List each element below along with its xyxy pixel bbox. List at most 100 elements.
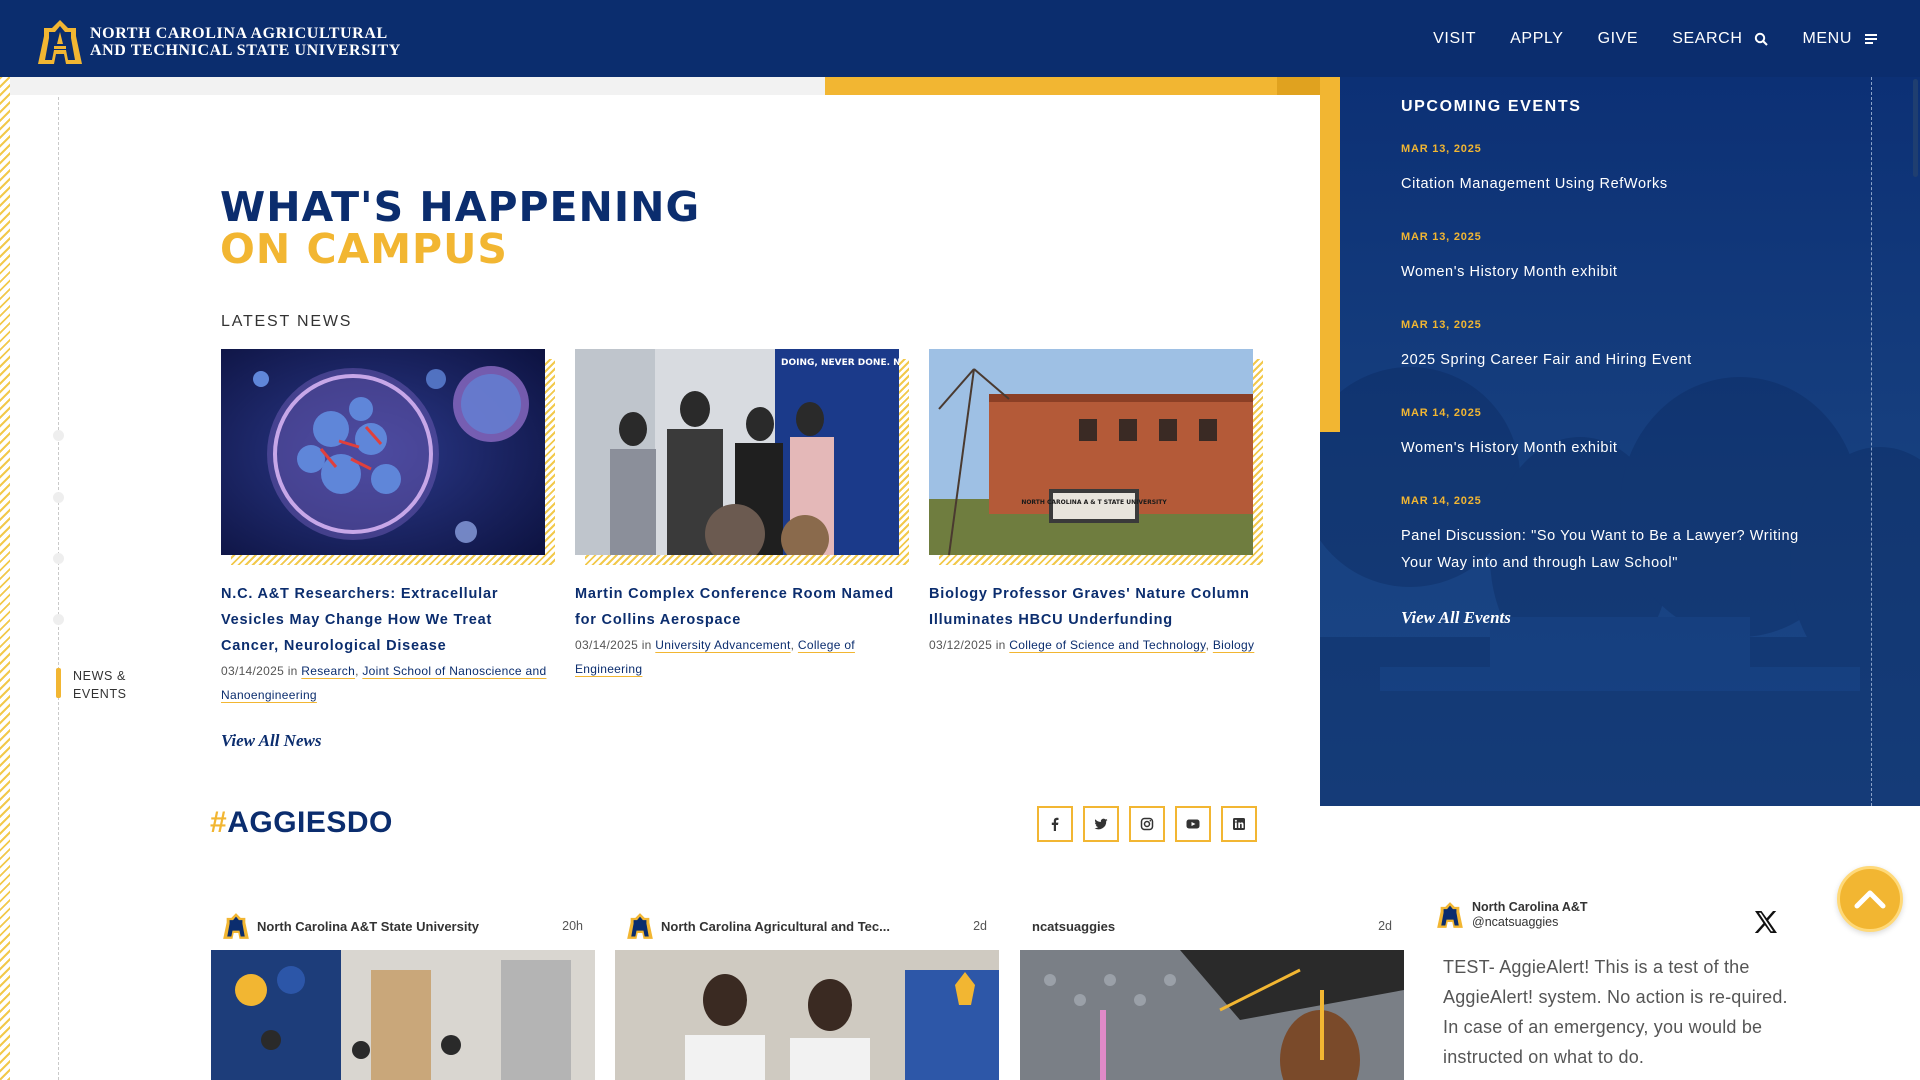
news-title[interactable]: Biology Professor Graves' Nature Column … [929, 581, 1259, 633]
instagram-icon [1140, 817, 1154, 831]
decorative-grey-strip [10, 77, 825, 95]
university-logo[interactable]: North Carolina Agricultural and Technica… [38, 18, 401, 66]
section-rail-label[interactable]: NEWS & EVENTS [73, 667, 127, 703]
nav-visit[interactable]: VISIT [1433, 30, 1476, 48]
event-item[interactable]: MAR 13, 2025 Citation Management Using R… [1401, 143, 1801, 198]
news-image-conference-room[interactable]: DOING, NEVER DONE. N.C. A&T: ALWAYS DOIN… [575, 349, 899, 555]
news-image-frame[interactable]: DOING, NEVER DONE. N.C. A&T: ALWAYS DOIN… [575, 349, 909, 565]
news-in: in [641, 638, 652, 652]
logo-line-1: North Carolina Agricultural [90, 25, 388, 42]
social-feed-card[interactable]: North Carolina Agricultural and Tec... 2… [615, 905, 999, 1080]
feed-post-time: 2d [1378, 919, 1392, 933]
heading-line-2: ON CAMPUS [220, 225, 508, 273]
news-category-link[interactable]: University Advancement [655, 638, 790, 652]
rail-label-line-1: NEWS & [73, 669, 126, 683]
section-rail-dot[interactable] [53, 614, 64, 625]
event-title[interactable]: Women's History Month exhibit [1401, 435, 1801, 462]
hashtag-symbol: # [210, 806, 228, 839]
nav-visit-label: VISIT [1433, 29, 1477, 47]
feed-photo-celebration [211, 950, 595, 1080]
news-in: in [287, 664, 298, 678]
event-item[interactable]: MAR 14, 2025 Women's History Month exhib… [1401, 407, 1801, 462]
news-meta: 03/12/2025 in College of Science and Tec… [929, 638, 1255, 652]
social-feed-card[interactable]: North Carolina A&T State University 20h [211, 905, 595, 1080]
linkedin-button[interactable] [1221, 806, 1257, 842]
social-links [1037, 806, 1257, 842]
nav-search-label: SEARCH [1672, 29, 1743, 47]
left-decorative-stripe [0, 77, 10, 1080]
back-to-top-button[interactable] [1837, 866, 1903, 932]
twitter-icon [1094, 818, 1108, 830]
view-all-news-link[interactable]: View All News [221, 731, 321, 751]
site-header: North Carolina Agricultural and Technica… [0, 0, 1920, 77]
feed-card-header: North Carolina A&T State University 20h [211, 905, 595, 947]
nav-apply-label: APPLY [1510, 29, 1564, 47]
aggie-avatar-icon [223, 913, 249, 939]
nav-search[interactable]: SEARCH [1672, 29, 1769, 48]
event-item[interactable]: MAR 13, 2025 2025 Spring Career Fair and… [1401, 319, 1801, 374]
event-date: MAR 13, 2025 [1401, 143, 1482, 155]
youtube-icon [1186, 819, 1200, 829]
news-image-campus-building[interactable]: NORTH CAROLINA A & T STATE UNIVERSITY [929, 349, 1253, 555]
feed-post-image[interactable] [211, 950, 595, 1080]
event-item[interactable]: MAR 14, 2025 Panel Discussion: "So You W… [1401, 495, 1801, 577]
youtube-button[interactable] [1175, 806, 1211, 842]
instagram-button[interactable] [1129, 806, 1165, 842]
news-image-frame[interactable] [221, 349, 555, 565]
section-rail-dot[interactable] [53, 553, 64, 564]
view-all-events-link[interactable]: View All Events [1401, 608, 1511, 628]
logo-wordmark: North Carolina Agricultural and Technica… [90, 25, 401, 59]
twitter-button[interactable] [1083, 806, 1119, 842]
news-title[interactable]: Martin Complex Conference Room Named for… [575, 581, 905, 633]
nav-menu-label: MENU [1802, 29, 1852, 47]
news-date: 03/12/2025 [929, 638, 993, 652]
tweet-header: North Carolina A&T @ncatsuaggies [1425, 900, 1790, 930]
feed-post-time: 20h [562, 919, 583, 933]
vesicle-illustration [221, 349, 545, 555]
section-rail-active-marker [56, 668, 61, 698]
nav-give-label: GIVE [1597, 29, 1639, 47]
section-rail-dot[interactable] [53, 492, 64, 503]
news-card: DOING, NEVER DONE. N.C. A&T: ALWAYS DOIN… [575, 349, 909, 681]
x-logo-icon[interactable] [1752, 908, 1780, 936]
campus-building-photo: NORTH CAROLINA A & T STATE UNIVERSITY [929, 349, 1253, 555]
feed-account-name: ncatsuaggies [1032, 918, 1116, 934]
events-dashed-line [1871, 77, 1872, 806]
news-image-vesicles[interactable] [221, 349, 545, 555]
rail-label-line-2: EVENTS [73, 687, 127, 701]
nav-give[interactable]: GIVE [1598, 30, 1639, 48]
news-image-frame[interactable]: NORTH CAROLINA A & T STATE UNIVERSITY [929, 349, 1263, 565]
news-meta: 03/14/2025 in University Advancement, Co… [575, 638, 855, 676]
sign-text: NORTH CAROLINA A & T STATE UNIVERSITY [1021, 499, 1167, 506]
feed-post-image[interactable] [615, 950, 999, 1080]
aggie-avatar-icon [1437, 902, 1463, 928]
news-category-link[interactable]: Biology [1213, 638, 1254, 652]
page-scrollbar-thumb[interactable] [1913, 79, 1918, 177]
event-date: MAR 13, 2025 [1401, 319, 1482, 331]
event-title[interactable]: Women's History Month exhibit [1401, 259, 1801, 286]
event-title[interactable]: Citation Management Using RefWorks [1401, 171, 1801, 198]
banner-text: DOING, NEVER DONE. N.C. A&T: ALWAYS DOIN… [781, 358, 899, 368]
tweet-text: TEST- AggieAlert! This is a test of the … [1443, 957, 1788, 1067]
section-rail-dot[interactable] [53, 430, 64, 441]
nav-apply[interactable]: APPLY [1510, 30, 1563, 48]
news-category-link[interactable]: College of Science and Technology [1009, 638, 1205, 652]
event-item[interactable]: MAR 13, 2025 Women's History Month exhib… [1401, 231, 1801, 286]
event-title[interactable]: 2025 Spring Career Fair and Hiring Event [1401, 347, 1801, 374]
tweet-card[interactable]: North Carolina A&T @ncatsuaggies TEST- A… [1425, 900, 1790, 1072]
aggie-avatar-icon [627, 913, 653, 939]
nav-menu[interactable]: MENU [1802, 30, 1878, 48]
event-title[interactable]: Panel Discussion: "So You Want to Be a L… [1401, 523, 1801, 577]
aggie-logo-icon [38, 20, 82, 64]
social-feed-card[interactable]: ncatsuaggies 2d [1020, 905, 1404, 1080]
feed-post-image[interactable] [1020, 950, 1404, 1080]
event-date: MAR 14, 2025 [1401, 495, 1482, 507]
tweet-account-name: North Carolina A&T [1472, 900, 1588, 914]
latest-news-label: LATEST NEWS [221, 313, 353, 330]
news-title[interactable]: N.C. A&T Researchers: Extracellular Vesi… [221, 581, 551, 659]
facebook-button[interactable] [1037, 806, 1073, 842]
search-icon [1755, 32, 1769, 46]
news-category-link[interactable]: Research [301, 664, 355, 678]
news-card: N.C. A&T Researchers: Extracellular Vesi… [221, 349, 555, 707]
events-heading: UPCOMING EVENTS [1401, 98, 1582, 115]
